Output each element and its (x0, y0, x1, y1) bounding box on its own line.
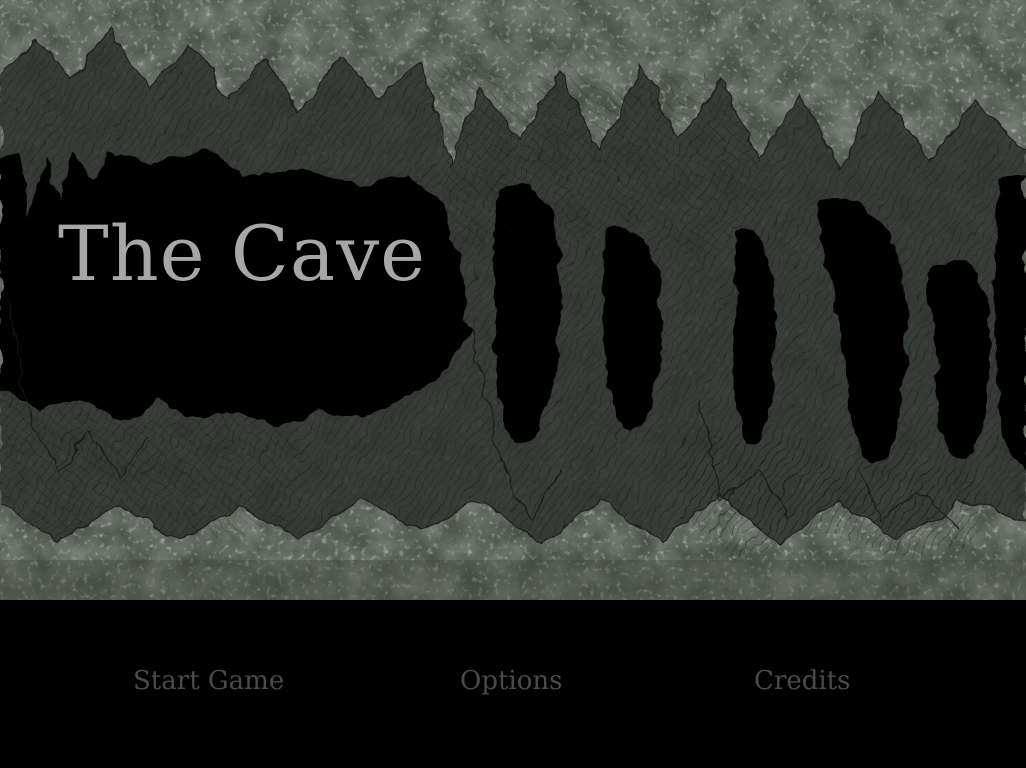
options-button[interactable]: Options (460, 666, 562, 697)
game-title: The Cave (58, 209, 427, 298)
cave-background-artwork (0, 0, 1026, 600)
main-menu: Start Game Options Credits (0, 600, 1026, 768)
start-game-button[interactable]: Start Game (133, 666, 284, 697)
credits-button[interactable]: Credits (754, 666, 850, 697)
title-screen: The Cave Start Game Options Credits (0, 0, 1026, 768)
